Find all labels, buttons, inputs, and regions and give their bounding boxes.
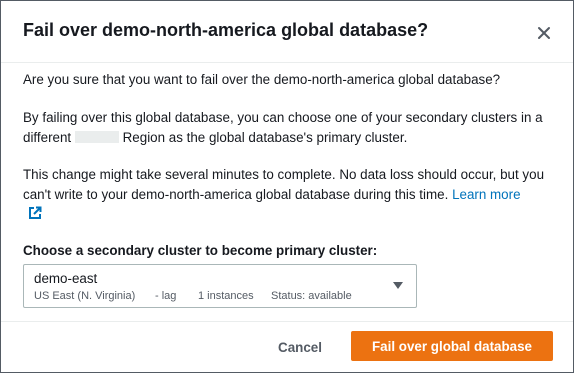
- caret-down-icon[interactable]: [393, 282, 403, 289]
- dialog-title: Fail over demo-north-america global data…: [23, 20, 429, 40]
- failover-dialog: Fail over demo-north-america global data…: [0, 0, 574, 373]
- cancel-button[interactable]: Cancel: [267, 333, 333, 361]
- description-text: By failing over this global database, yo…: [23, 108, 551, 147]
- redacted-region: [74, 130, 119, 143]
- dialog-header: Fail over demo-north-america global data…: [1, 1, 573, 63]
- warning-text: This change might take several minutes t…: [23, 165, 551, 204]
- fail-over-button[interactable]: Fail over global database: [351, 331, 553, 361]
- dialog-footer: Cancel Fail over global database: [1, 321, 573, 373]
- close-icon[interactable]: [533, 22, 555, 44]
- selected-cluster-name: demo-east: [34, 271, 98, 286]
- learn-more-link[interactable]: Learn more: [452, 187, 520, 202]
- cluster-instances: 1 instances: [198, 290, 254, 302]
- description-part2: Region as the global database's primary …: [122, 129, 408, 145]
- cluster-select[interactable]: demo-east US East (N. Virginia) - lag 1 …: [23, 264, 417, 308]
- select-label: Choose a secondary cluster to become pri…: [23, 243, 378, 258]
- cluster-region: US East (N. Virginia): [34, 290, 136, 302]
- external-link-icon[interactable]: [28, 206, 42, 220]
- cluster-lag: - lag: [155, 290, 177, 302]
- confirm-text: Are you sure that you want to fail over …: [23, 72, 501, 87]
- cluster-status: Status: available: [271, 290, 352, 302]
